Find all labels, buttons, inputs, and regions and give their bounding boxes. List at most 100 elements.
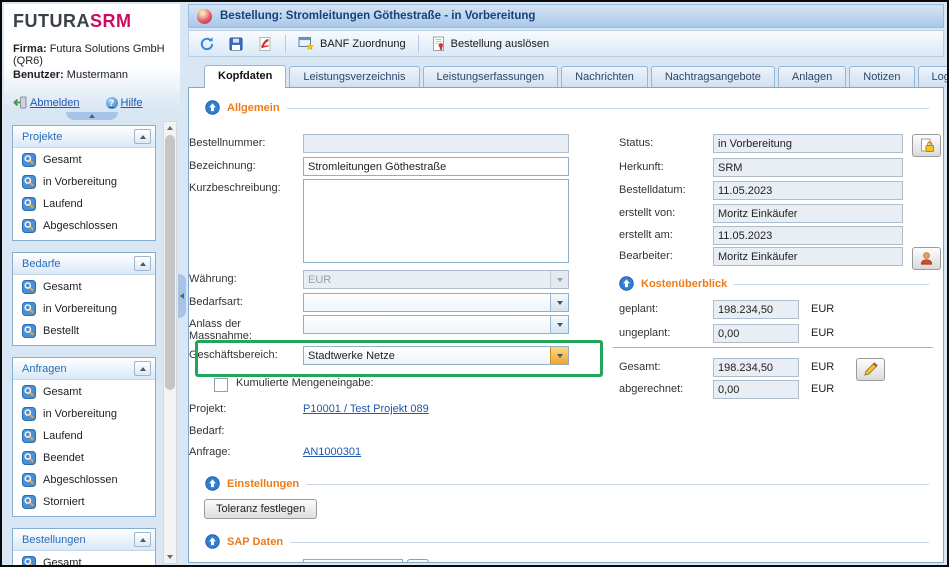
nav-item-bedarfe-gesamt[interactable]: Gesamt bbox=[15, 276, 153, 297]
nav-section-header-projekte[interactable]: Projekte bbox=[13, 126, 155, 148]
collapse-section-icon[interactable] bbox=[134, 532, 151, 547]
chevron-down-icon[interactable] bbox=[550, 316, 568, 333]
logout-icon bbox=[13, 96, 27, 109]
bestellung-ausloesen-label: Bestellung auslösen bbox=[451, 38, 549, 50]
nav-item-projekte-abgeschlossen[interactable]: Abgeschlossen bbox=[15, 215, 153, 236]
tab-nachtragsangebote[interactable]: Nachtragsangebote bbox=[651, 66, 775, 87]
sap-partial-button[interactable] bbox=[407, 559, 429, 563]
panel-splitter-handle[interactable] bbox=[178, 274, 186, 318]
collapse-section-arrow-icon[interactable] bbox=[205, 100, 220, 115]
search-icon bbox=[22, 153, 36, 167]
nav-item-projekte-laufend[interactable]: Laufend bbox=[15, 193, 153, 214]
abgerechnet-label: abgerechnet: bbox=[619, 380, 713, 395]
collapse-section-arrow-icon[interactable] bbox=[619, 276, 634, 291]
nav-item-bedarfe-in-vorbereitung[interactable]: in Vorbereitung bbox=[15, 298, 153, 319]
tab-strip: Kopfdaten Leistungsverzeichnis Leistungs… bbox=[188, 60, 944, 88]
bearbeiter-person-button[interactable] bbox=[912, 247, 941, 270]
pdf-button[interactable] bbox=[252, 34, 278, 54]
nav-item-anfragen-gesamt[interactable]: Gesamt bbox=[15, 381, 153, 402]
gesamt-edit-button[interactable] bbox=[856, 358, 885, 381]
chevron-down-icon[interactable] bbox=[550, 294, 568, 311]
logout-label: Abmelden bbox=[30, 97, 80, 109]
tab-log[interactable]: Log bbox=[918, 66, 949, 87]
section-rule bbox=[306, 484, 929, 485]
nav-item-label: Storniert bbox=[43, 496, 85, 508]
scroll-down-icon[interactable] bbox=[164, 551, 176, 563]
nav-section-header-bestellungen[interactable]: Bestellungen bbox=[13, 529, 155, 551]
bearbeiter-label: Bearbeiter: bbox=[619, 247, 713, 262]
tab-notizen[interactable]: Notizen bbox=[849, 66, 914, 87]
refresh-button[interactable] bbox=[194, 34, 220, 54]
kosten-divider bbox=[613, 347, 933, 348]
save-button[interactable] bbox=[223, 34, 249, 54]
bezeichnung-field[interactable] bbox=[303, 157, 569, 176]
bedarfsart-row: Bedarfsart: bbox=[189, 293, 569, 312]
section-title: Kostenüberblick bbox=[641, 278, 727, 290]
tab-leistungserfassungen[interactable]: Leistungserfassungen bbox=[423, 66, 559, 87]
collapse-section-arrow-icon[interactable] bbox=[205, 476, 220, 491]
anlass-dropdown[interactable] bbox=[303, 315, 569, 334]
nav-item-bedarfe-bestellt[interactable]: Bestellt bbox=[15, 320, 153, 341]
toleranz-festlegen-button[interactable]: Toleranz festlegen bbox=[204, 499, 317, 519]
bearbeiter-field bbox=[713, 247, 903, 266]
projekt-link[interactable]: P10001 / Test Projekt 089 bbox=[303, 400, 429, 415]
collapse-section-icon[interactable] bbox=[134, 256, 151, 271]
geplant-label: geplant: bbox=[619, 300, 713, 315]
user-value: Mustermann bbox=[67, 69, 128, 81]
kurzbeschreibung-field[interactable] bbox=[303, 179, 569, 263]
status-lock-button[interactable] bbox=[912, 134, 941, 157]
nav-section-header-bedarfe[interactable]: Bedarfe bbox=[13, 253, 155, 275]
tab-leistungsverzeichnis[interactable]: Leistungsverzeichnis bbox=[289, 66, 419, 87]
section-einstellungen: Einstellungen bbox=[205, 476, 929, 491]
search-icon bbox=[22, 197, 36, 211]
sidebar-scrollbar[interactable] bbox=[163, 121, 177, 564]
nav-item-anfragen-laufend[interactable]: Laufend bbox=[15, 425, 153, 446]
kumulierte-checkbox[interactable] bbox=[214, 378, 228, 392]
section-sap-daten: SAP Daten bbox=[205, 534, 929, 549]
nav-item-projekte-gesamt[interactable]: Gesamt bbox=[15, 149, 153, 170]
chevron-down-icon[interactable] bbox=[550, 347, 568, 364]
nav-item-anfragen-in-vorbereitung[interactable]: in Vorbereitung bbox=[15, 403, 153, 424]
sidebar-top-splitter[interactable] bbox=[4, 112, 180, 121]
tab-nachrichten[interactable]: Nachrichten bbox=[561, 66, 648, 87]
nav-section-title: Bestellungen bbox=[22, 534, 86, 546]
nav-item-projekte-in-vorbereitung[interactable]: in Vorbereitung bbox=[15, 171, 153, 192]
sap-partial-input[interactable] bbox=[303, 559, 403, 563]
nav-item-label: Gesamt bbox=[43, 386, 82, 398]
scrollbar-thumb[interactable] bbox=[165, 135, 175, 390]
nav-section-header-anfragen[interactable]: Anfragen bbox=[13, 358, 155, 380]
waehrung-label: Währung: bbox=[189, 270, 303, 285]
bestellung-ausloesen-button[interactable]: Bestellung auslösen bbox=[426, 34, 554, 54]
collapse-section-icon[interactable] bbox=[134, 361, 151, 376]
pdf-icon bbox=[257, 36, 273, 52]
search-icon bbox=[22, 280, 36, 294]
nav-item-anfragen-beendet[interactable]: Beendet bbox=[15, 447, 153, 468]
currency-label: EUR bbox=[811, 324, 834, 339]
company-line: Firma: Futura Solutions GmbH (QR6) bbox=[4, 42, 180, 68]
gesamt-label: Gesamt: bbox=[619, 358, 713, 373]
ungeplant-label: ungeplant: bbox=[619, 324, 713, 339]
section-title: Allgemein bbox=[227, 102, 280, 114]
nav-section-title: Anfragen bbox=[22, 363, 67, 375]
bedarfsart-label: Bedarfsart: bbox=[189, 293, 303, 308]
banf-zuordnung-button[interactable]: BANF Zuordnung bbox=[293, 34, 411, 53]
scroll-up-icon[interactable] bbox=[164, 122, 176, 134]
nav-item-anfragen-storniert[interactable]: Storniert bbox=[15, 491, 153, 512]
tab-anlagen[interactable]: Anlagen bbox=[778, 66, 846, 87]
section-rule bbox=[287, 108, 929, 109]
bedarfsart-dropdown[interactable] bbox=[303, 293, 569, 312]
bezeichnung-label: Bezeichnung: bbox=[189, 157, 303, 172]
geschaeftsbereich-dropdown[interactable]: Stadtwerke Netze bbox=[303, 346, 569, 365]
collapse-section-arrow-icon[interactable] bbox=[205, 534, 220, 549]
search-icon bbox=[22, 302, 36, 316]
logout-link[interactable]: Abmelden bbox=[13, 96, 80, 109]
section-title: SAP Daten bbox=[227, 536, 283, 548]
tab-kopfdaten[interactable]: Kopfdaten bbox=[204, 65, 286, 88]
erstellt-von-row: erstellt von: bbox=[619, 204, 903, 223]
nav-item-bestellungen-gesamt[interactable]: Gesamt bbox=[15, 552, 153, 567]
anfrage-link[interactable]: AN1000301 bbox=[303, 443, 361, 458]
collapse-section-icon[interactable] bbox=[134, 129, 151, 144]
sap-partial-row bbox=[189, 559, 429, 563]
nav-item-anfragen-abgeschlossen[interactable]: Abgeschlossen bbox=[15, 469, 153, 490]
help-link[interactable]: ? Hilfe bbox=[106, 97, 143, 109]
